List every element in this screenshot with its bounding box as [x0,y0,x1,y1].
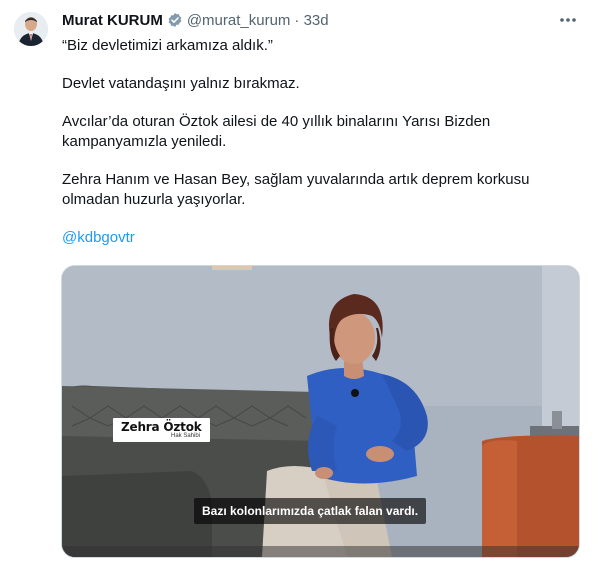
tweet-text: “Biz devletimizi arkamıza aldık.” Devlet… [62,36,562,266]
name-tag-name: Zehra Öztok [121,420,202,434]
verified-badge-icon [167,12,183,28]
author-name[interactable]: Murat KURUM [62,12,163,29]
more-options-icon[interactable] [558,10,578,30]
tweet-paragraph: Avcılar’da oturan Öztok ailesi de 40 yıl… [62,113,491,150]
tweet-paragraph: “Biz devletimizi arkamıza aldık.” [62,37,273,54]
video-subtitle: Bazı kolonlarımızda çatlak falan vardı. [194,498,427,524]
video-player[interactable]: Zehra Öztok Hak Sahibi Bazı kolonlarımız… [61,265,580,558]
mention-link[interactable]: @kdbgovtr [62,229,135,246]
tweet-paragraph: Devlet vatandaşını yalnız bırakmaz. [62,75,300,92]
name-tag-role: Hak Sahibi [171,433,201,439]
video-name-tag: Zehra Öztok Hak Sahibi [113,418,210,442]
tweet-time[interactable]: · 33d [294,12,328,29]
avatar[interactable] [14,12,48,46]
tweet-header: Murat KURUM @murat_kurum · 33d [62,9,580,31]
author-handle[interactable]: @murat_kurum [187,12,291,29]
tweet-paragraph: Zehra Hanım ve Hasan Bey, sağlam yuvalar… [62,171,530,208]
